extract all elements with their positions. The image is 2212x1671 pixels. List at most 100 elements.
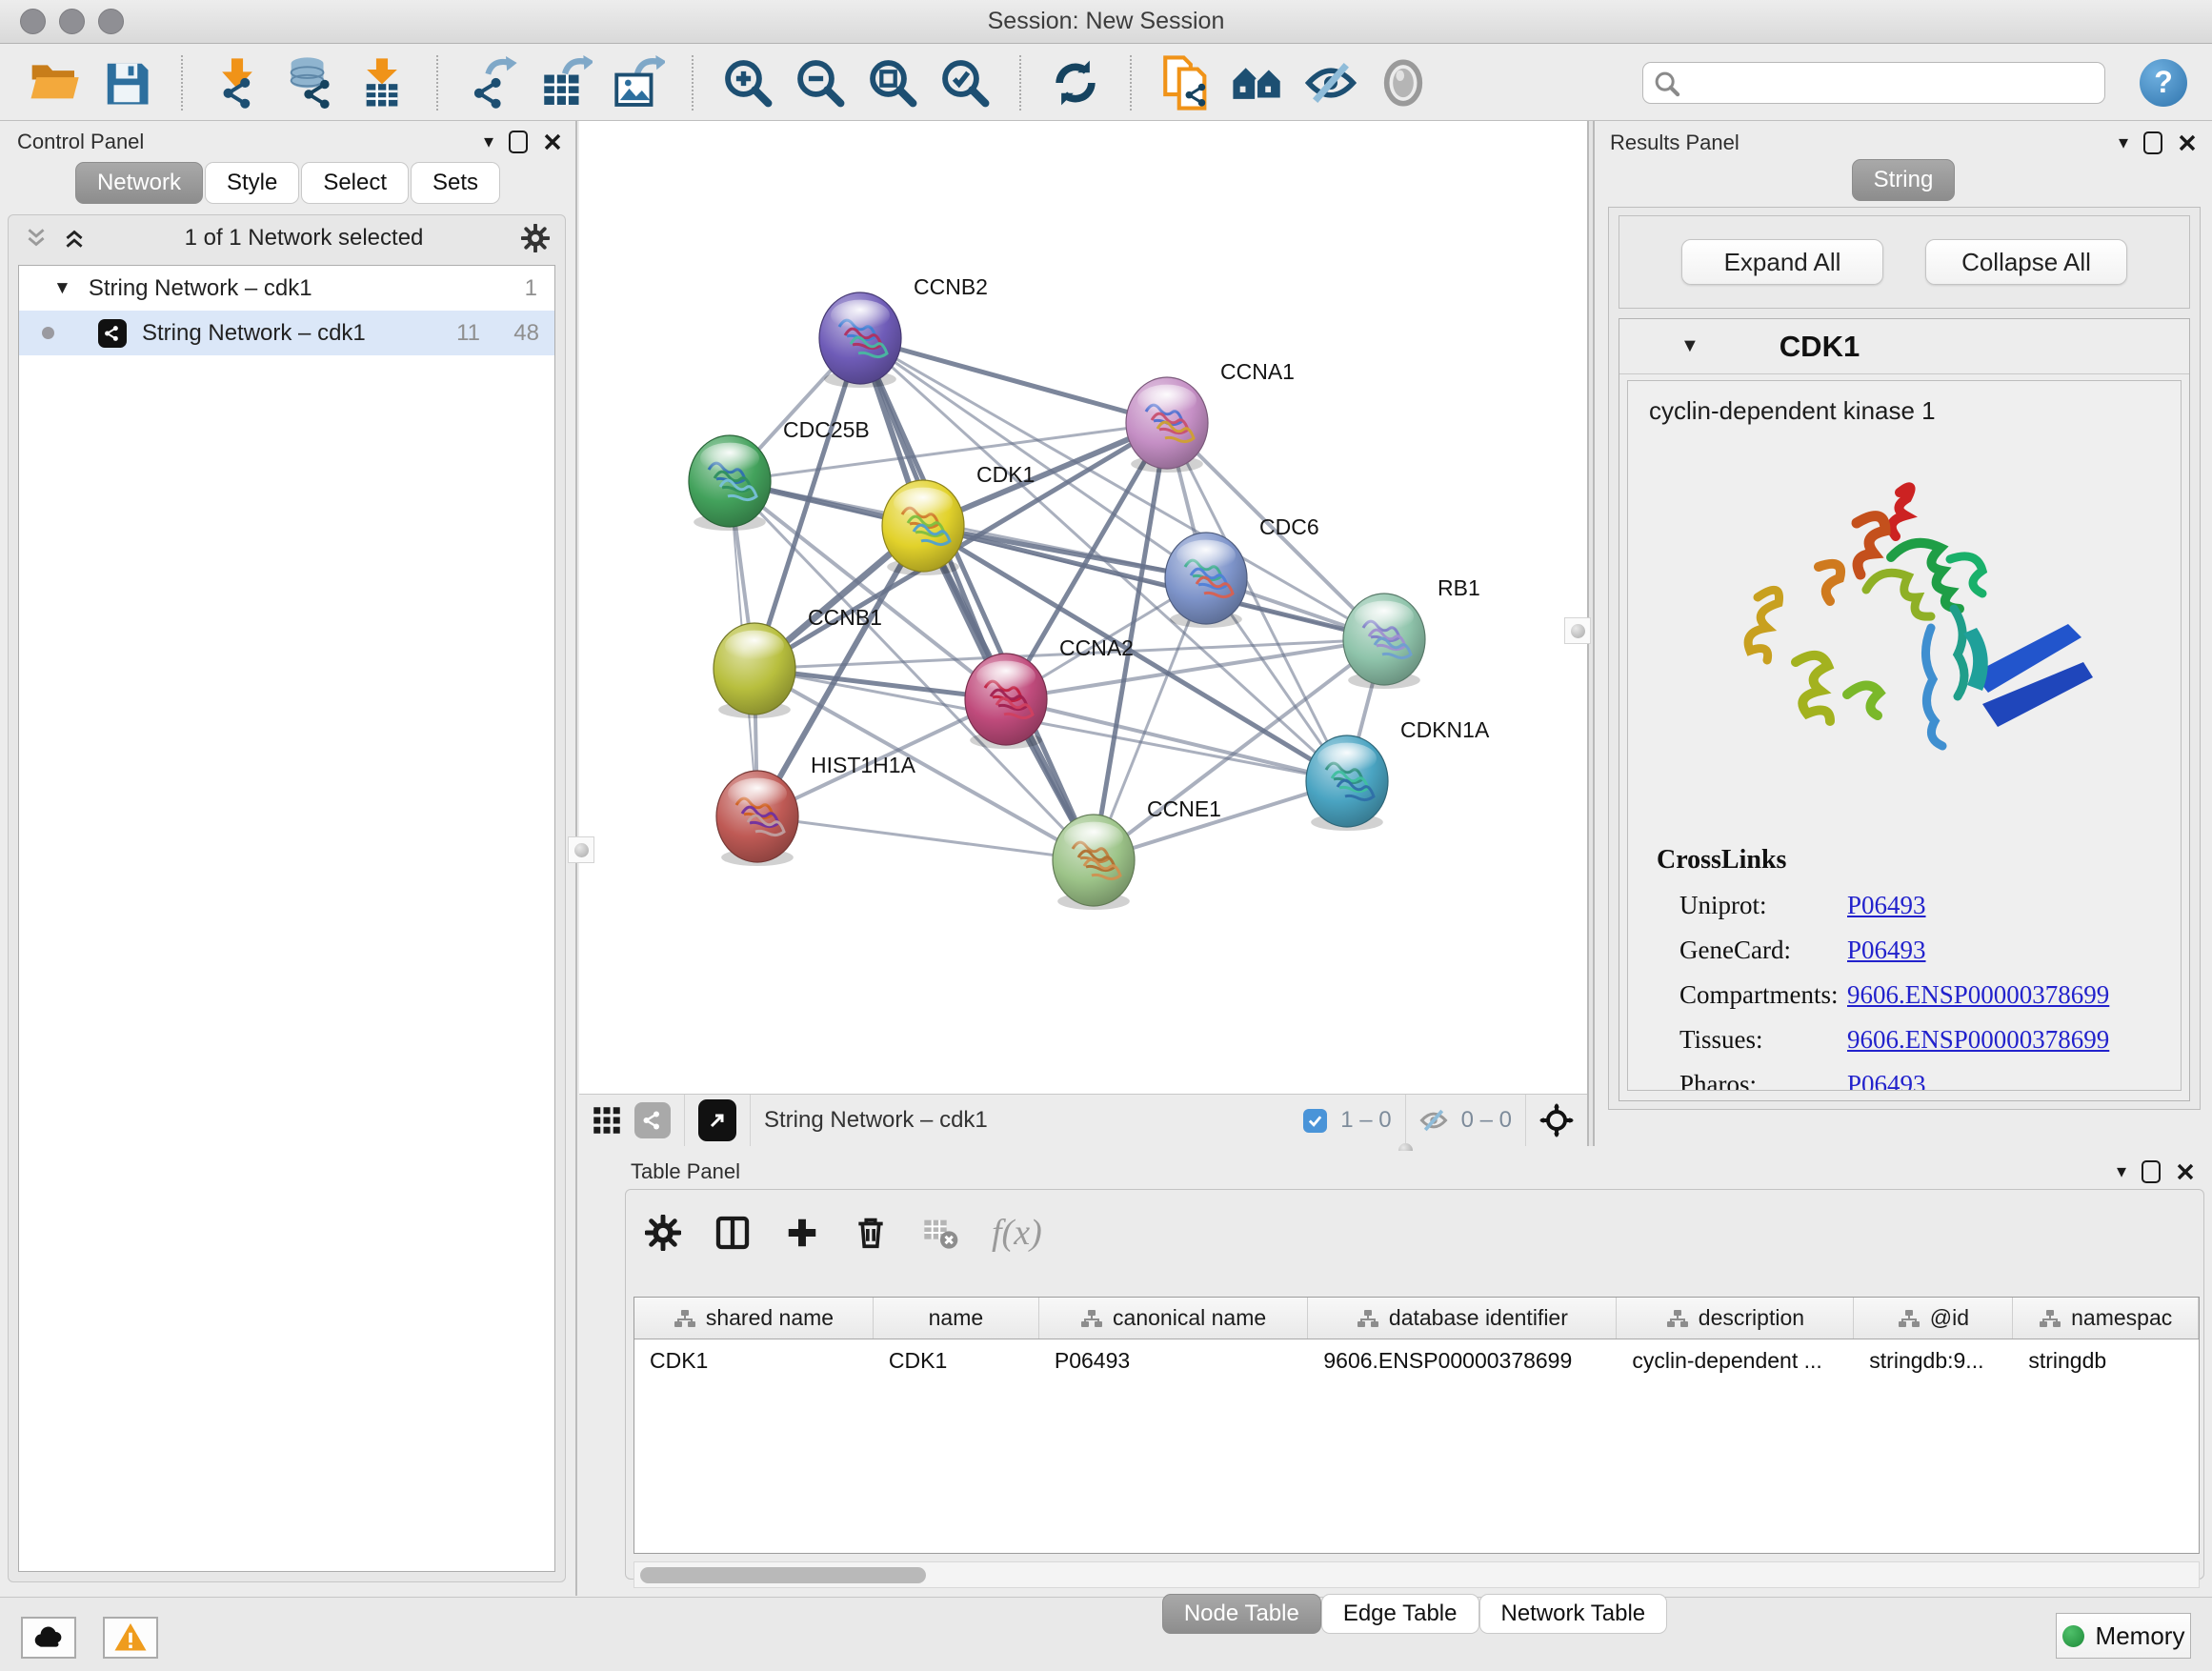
network-node-cdkn1a[interactable]: CDKN1A [1306,717,1490,831]
panel-close-icon[interactable] [2178,133,2197,152]
zoom-out-button[interactable] [791,53,850,112]
panel-close-icon[interactable] [543,132,562,151]
tab-network-table[interactable]: Network Table [1479,1594,1668,1634]
table-cell[interactable]: cyclin-dependent ... [1617,1339,1854,1381]
first-neighbors-button[interactable] [1229,53,1288,112]
scrollbar-thumb[interactable] [640,1567,926,1583]
crosslink-link[interactable]: 9606.ENSP00000378699 [1847,1025,2109,1055]
right-splitter-grip[interactable] [1564,617,1591,644]
column-header-description[interactable]: description [1617,1298,1854,1339]
network-node-ccna1[interactable]: CCNA1 [1126,359,1295,473]
expand-all-button[interactable]: Expand All [1681,239,1883,285]
zoom-in-button[interactable] [718,53,777,112]
export-image-button[interactable] [608,53,667,112]
network-node-ccnb1[interactable]: CCNB1 [714,605,882,718]
delete-column-trash-icon[interactable] [853,1215,889,1251]
panel-menu-icon[interactable]: ▾ [2119,133,2128,152]
hide-selected-button[interactable] [1301,53,1360,112]
save-session-button[interactable] [97,53,156,112]
expand-all-icon[interactable] [62,226,87,251]
toolbar-separator [181,55,183,111]
network-collection-row[interactable]: ▼ String Network – cdk1 1 [19,266,554,311]
network-node-hist1h1a[interactable]: HIST1H1A [716,753,916,866]
add-column-icon[interactable] [784,1215,820,1251]
show-all-button[interactable] [1374,53,1433,112]
export-network-button[interactable] [463,53,522,112]
collapse-all-button[interactable]: Collapse All [1925,239,2127,285]
network-options-gear-icon[interactable] [521,224,550,252]
crosslink-link[interactable]: P06493 [1847,1070,1926,1091]
refresh-button[interactable] [1046,53,1105,112]
table-cell[interactable]: stringdb [2013,1339,2199,1381]
table-cell[interactable]: P06493 [1039,1339,1309,1381]
panel-menu-icon[interactable]: ▾ [2117,1162,2126,1181]
cloud-status-button[interactable] [21,1617,76,1659]
table-cell[interactable]: CDK1 [874,1339,1039,1381]
panel-close-icon[interactable] [2176,1162,2195,1181]
import-table-button[interactable] [352,53,412,112]
panel-float-icon[interactable] [2142,1160,2161,1183]
panel-float-icon[interactable] [2143,131,2162,154]
show-columns-icon[interactable] [714,1214,752,1252]
column-header-database-identifier[interactable]: database identifier [1308,1298,1617,1339]
tab-sets[interactable]: Sets [411,162,500,204]
panel-menu-icon[interactable]: ▾ [484,132,493,151]
network-node-rb1[interactable]: RB1 [1343,575,1480,689]
crosslink-link[interactable]: P06493 [1847,891,1926,920]
zoom-selected-button[interactable] [935,53,995,112]
selected-checkbox-icon[interactable] [1303,1109,1327,1133]
network-share-toggle-icon[interactable] [634,1102,671,1138]
table-cell[interactable]: 9606.ENSP00000378699 [1308,1339,1617,1381]
expand-collapse-bar: Expand All Collapse All [1619,215,2190,309]
import-table-icon [355,56,409,110]
network-edge[interactable] [1006,699,1347,781]
search-input[interactable] [1642,62,2105,104]
tab-style[interactable]: Style [205,162,299,204]
panel-float-icon[interactable] [509,131,528,153]
tab-select[interactable]: Select [301,162,409,204]
gene-section: ▼ CDK1 cyclin-dependent kinase 1 [1619,318,2190,1101]
column-header--id[interactable]: @id [1854,1298,2013,1339]
collapse-all-icon[interactable] [24,226,49,251]
warning-status-button[interactable] [103,1617,158,1659]
column-header-shared-name[interactable]: shared name [634,1298,874,1339]
tab-string[interactable]: String [1852,159,1956,201]
network-node-ccnb2[interactable]: CCNB2 [819,274,988,388]
network-row[interactable]: String Network – cdk1 11 48 [19,311,554,355]
help-button[interactable]: ? [2140,59,2187,107]
tab-node-table[interactable]: Node Table [1162,1594,1321,1634]
network-edge[interactable] [757,816,1094,860]
table-horizontal-scrollbar[interactable] [633,1561,2200,1588]
table-cell[interactable]: stringdb:9... [1854,1339,2013,1381]
table-panel: Table Panel ▾ f(x) [617,1151,2212,1597]
export-table-button[interactable] [535,53,594,112]
tab-network[interactable]: Network [75,162,203,204]
tab-edge-table[interactable]: Edge Table [1321,1594,1479,1634]
crosslink-link[interactable]: 9606.ENSP00000378699 [1847,980,2109,1010]
section-collapse-icon[interactable]: ▼ [1680,335,1699,357]
open-in-new-window-icon[interactable] [698,1099,736,1141]
crosslink-link[interactable]: P06493 [1847,936,1926,965]
network-edge[interactable] [860,338,1094,860]
fit-content-button[interactable] [863,53,922,112]
open-session-button[interactable] [25,53,84,112]
network-node-ccne1[interactable]: CCNE1 [1053,796,1221,910]
clone-network-button[interactable] [1156,53,1216,112]
column-header-namespac[interactable]: namespac [2013,1298,2199,1339]
toolbar-search [1642,62,2105,104]
import-network-from-database-button[interactable] [280,53,339,112]
left-splitter-grip[interactable] [568,836,594,863]
table-options-gear-icon[interactable] [645,1215,681,1251]
network-state-dot [42,327,54,339]
column-header-name[interactable]: name [874,1298,1039,1339]
network-canvas[interactable]: CCNB2CCNA1CDC25BCDK1CDC6RB1CCNB1CCNA2CDK… [579,121,1587,1094]
column-header-canonical-name[interactable]: canonical name [1039,1298,1309,1339]
tree-expand-icon[interactable]: ▼ [53,278,71,299]
table-row[interactable]: CDK1CDK1P064939606.ENSP00000378699cyclin… [634,1339,2199,1381]
grid-view-icon[interactable] [593,1106,621,1135]
network-view[interactable]: CCNB2CCNA1CDC25BCDK1CDC6RB1CCNB1CCNA2CDK… [579,121,1587,1146]
export-network-icon [466,56,519,110]
birdseye-crosshair-icon[interactable] [1539,1103,1574,1137]
import-network-file-button[interactable] [208,53,267,112]
table-cell[interactable]: CDK1 [634,1339,874,1381]
